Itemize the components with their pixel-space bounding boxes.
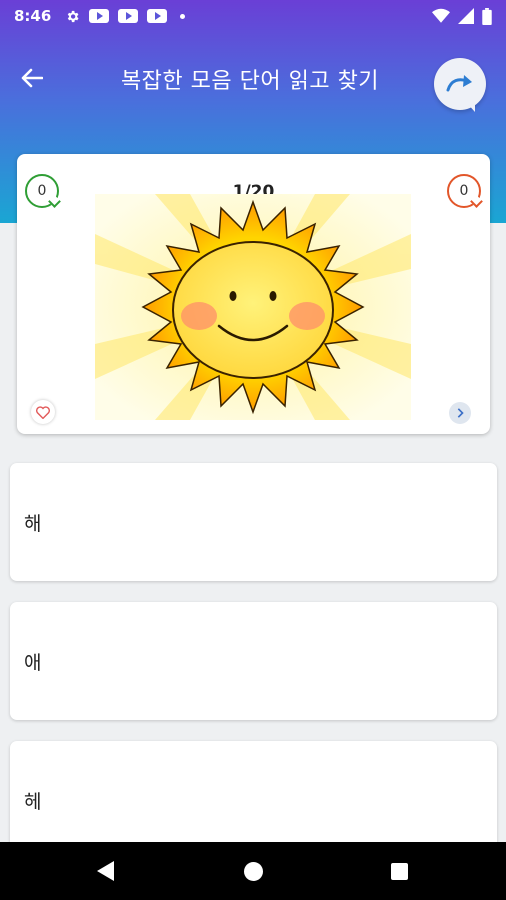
sun-illustration <box>95 194 411 420</box>
gear-icon <box>68 10 79 22</box>
quiz-card: 0 1/20 0 <box>17 154 490 434</box>
answer-option[interactable]: 애 <box>10 602 497 720</box>
wrong-count: 0 <box>459 183 469 199</box>
recents-square-icon[interactable] <box>391 863 408 880</box>
status-time: 8:46 <box>14 7 52 25</box>
page-title: 복잡한 모음 단어 읽고 찾기 <box>120 69 380 94</box>
system-nav-bar <box>0 842 506 900</box>
quiz-picture <box>95 194 411 420</box>
system-icons <box>432 7 492 25</box>
youtube-icon <box>118 9 139 23</box>
app-bar: 복잡한 모음 단어 읽고 찾기 <box>0 38 506 118</box>
share-forward-icon <box>446 75 472 92</box>
home-circle-icon[interactable] <box>244 862 263 881</box>
heart-icon <box>36 405 50 419</box>
dot-icon <box>180 13 186 19</box>
next-button[interactable] <box>449 402 471 424</box>
status-bar: 8:46 <box>0 0 506 32</box>
answer-option[interactable]: 해 <box>10 463 497 581</box>
youtube-icon <box>147 9 168 23</box>
share-bubble-tail <box>466 102 475 112</box>
favorite-button[interactable] <box>31 400 55 424</box>
signal-icon <box>458 8 474 24</box>
back-triangle-icon[interactable] <box>97 861 114 881</box>
notification-icons <box>65 9 186 24</box>
wrong-count-badge: 0 <box>447 174 483 208</box>
battery-icon <box>482 7 492 25</box>
arrow-left-icon <box>21 68 43 88</box>
share-button[interactable] <box>434 58 486 110</box>
wifi-icon <box>432 8 450 23</box>
chevron-right-icon <box>457 408 464 418</box>
back-button[interactable] <box>14 60 50 96</box>
youtube-icon <box>89 9 110 23</box>
